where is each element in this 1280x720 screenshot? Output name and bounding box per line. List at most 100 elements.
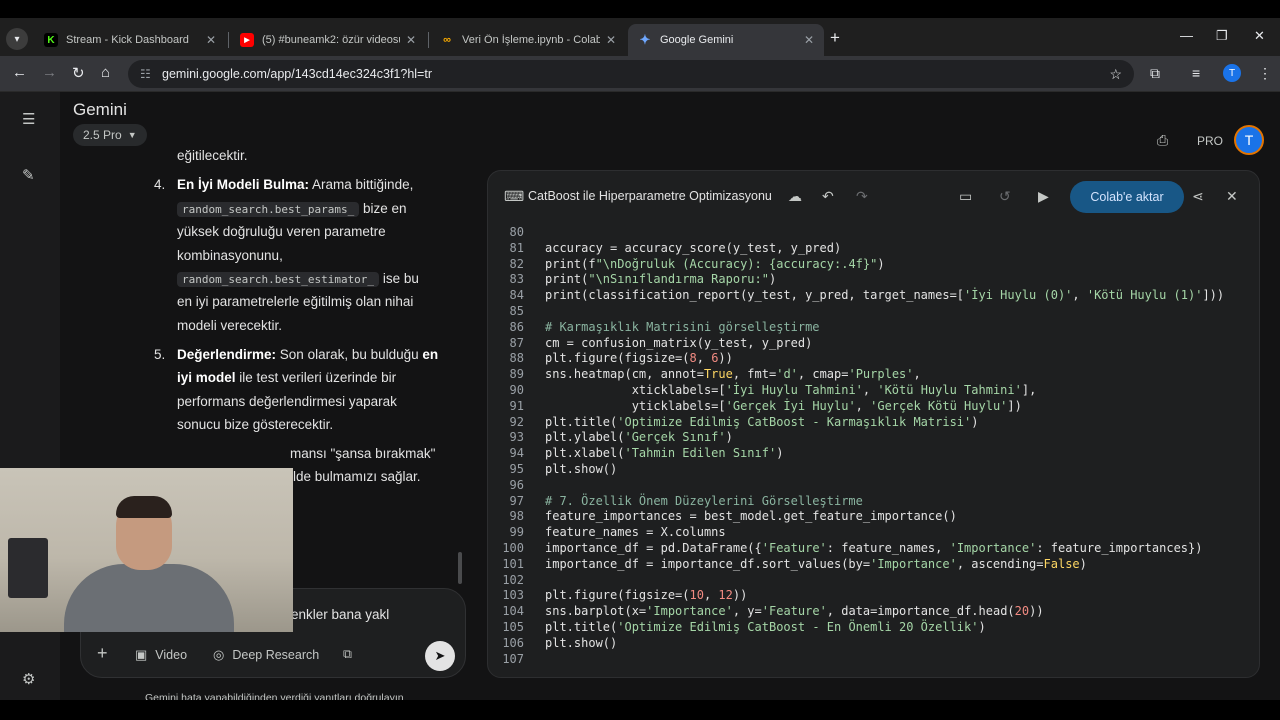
response-text: ilde bulmamızı sağlar. xyxy=(290,469,421,484)
address-bar[interactable]: ☷ gemini.google.com/app/143cd14ec324c3f1… xyxy=(128,60,1134,88)
print-icon[interactable]: ⎙ xyxy=(1157,132,1168,149)
close-canvas-icon[interactable]: ✕ xyxy=(1226,188,1238,205)
line-number: 98 xyxy=(509,509,524,524)
line-number: 96 xyxy=(509,477,524,492)
video-icon: ▣ xyxy=(135,647,148,662)
close-tab-icon[interactable]: ✕ xyxy=(804,33,814,47)
menu-icon[interactable]: ☰ xyxy=(22,110,35,128)
bookmark-star-icon[interactable]: ☆ xyxy=(1109,66,1122,83)
response-text: mansı "şansa bırakmak" xyxy=(290,446,436,461)
response-text: ise bu xyxy=(382,271,419,286)
undo-icon[interactable]: ↶ xyxy=(822,188,834,205)
bold-text: Değerlendirme: xyxy=(177,347,277,362)
line-number: 86 xyxy=(509,319,524,334)
deep-research-button[interactable]: ◎ Deep Research xyxy=(213,647,319,663)
run-code-icon[interactable]: ▶ xyxy=(1038,188,1049,205)
tab-google-gemini[interactable]: ✦ Google Gemini ✕ xyxy=(628,24,824,56)
list-item-4: En İyi Modeli Bulma: Arama bittiğinde, xyxy=(177,173,413,197)
redo-icon[interactable]: ↷ xyxy=(856,188,868,205)
line-number: 92 xyxy=(509,414,524,429)
tab-colab-notebook[interactable]: ∞ Veri Ön İşleme.ipynb - Colab ✕ xyxy=(430,24,626,56)
code-text: plt.figure(figsize=(8, 6)) xyxy=(545,351,733,366)
code-text: sns.heatmap(cm, annot=True, fmt='d', cma… xyxy=(545,367,921,382)
tab-divider xyxy=(428,32,429,48)
tab-search-button[interactable]: ▾ xyxy=(6,28,28,50)
close-tab-icon[interactable]: ✕ xyxy=(206,33,216,47)
pro-badge: PRO xyxy=(1197,134,1224,148)
video-tool-button[interactable]: ▣ Video xyxy=(135,647,187,663)
code-editor[interactable]: 80 81 accuracy = accuracy_score(y_test, y_… xyxy=(488,225,1259,677)
close-tab-icon[interactable]: ✕ xyxy=(606,33,616,47)
list-item-5-line: iyi model ile test verileri üzerinde bir xyxy=(177,366,396,390)
response-text: modeli verecektir. xyxy=(177,318,283,333)
tab-youtube-video[interactable]: ▶ (5) #buneamk2: özür videosu. - ✕ xyxy=(230,24,426,56)
line-number: 82 xyxy=(509,256,524,271)
version-history-icon[interactable]: ↺ xyxy=(999,188,1011,205)
settings-gear-icon[interactable]: ⚙ xyxy=(22,670,35,688)
minimize-icon[interactable]: — xyxy=(1180,28,1193,43)
back-icon[interactable]: ← xyxy=(12,64,27,81)
list-item-5: Değerlendirme: Son olarak, bu bulduğu en xyxy=(177,343,438,367)
line-number: 104 xyxy=(502,604,524,619)
send-button[interactable]: ➤ xyxy=(425,641,455,671)
code-text: importance_df = pd.DataFrame({'Feature':… xyxy=(545,541,1203,555)
bold-text: iyi model xyxy=(177,370,236,385)
code-text: sns.barplot(x='Importance', y='Feature',… xyxy=(545,604,1044,619)
list-item-4-line: random_search.best_params_ bize en xyxy=(177,197,407,222)
line-number: 105 xyxy=(502,620,524,634)
code-document-icon: ⌨ xyxy=(504,188,525,204)
list-number: 5. xyxy=(154,347,166,362)
home-icon[interactable]: ⌂ xyxy=(101,64,110,81)
extensions-icon[interactable]: ⧉ xyxy=(1150,65,1160,82)
code-text: xticklabels=['İyi Huylu Tahmini', 'Kötü … xyxy=(545,383,1037,397)
list-item-4-line: random_search.best_estimator_ ise bu xyxy=(177,267,419,292)
add-attachment-icon[interactable]: + xyxy=(97,643,108,664)
url-text: gemini.google.com/app/143cd14ec324c3f1?h… xyxy=(162,67,432,81)
canvas-title: CatBoost ile Hiperparametre Optimizasyon… xyxy=(528,189,772,203)
tab-kick-dashboard[interactable]: K Stream - Kick Dashboard ✕ xyxy=(34,24,226,56)
forward-icon[interactable]: → xyxy=(42,64,57,81)
line-number: 80 xyxy=(509,225,524,239)
response-text: ile test verileri üzerinde bir xyxy=(239,370,397,385)
close-tab-icon[interactable]: ✕ xyxy=(406,33,416,47)
user-avatar[interactable]: T xyxy=(1234,125,1264,155)
preview-icon[interactable]: ▭ xyxy=(959,188,972,205)
close-window-icon[interactable]: ✕ xyxy=(1254,28,1265,44)
cloud-saved-icon[interactable]: ☁ xyxy=(788,188,802,205)
list-number: 4. xyxy=(154,177,166,192)
chevron-down-icon: ▼ xyxy=(127,130,137,140)
reload-icon[interactable]: ↻ xyxy=(72,64,85,82)
response-text: kombinasyonunu, xyxy=(177,248,283,263)
code-text: print("\nSınıflandırma Raporu:") xyxy=(545,272,777,287)
response-text: performans değerlendirmesi yaparak xyxy=(177,394,397,409)
model-selector[interactable]: 2.5 Pro ▼ xyxy=(73,124,147,146)
line-number: 107 xyxy=(502,651,524,666)
code-text: # 7. Özellik Önem Düzeylerini Görselleşt… xyxy=(545,493,863,508)
share-icon[interactable]: ⋖ xyxy=(1192,188,1204,205)
webcam-overlay xyxy=(0,468,293,632)
code-text: feature_importances = best_model.get_fea… xyxy=(545,509,957,524)
prompt-input-text[interactable]: enkler bana yakl xyxy=(291,607,389,622)
new-chat-icon[interactable]: ✎ xyxy=(22,166,35,184)
reading-list-icon[interactable]: ≡ xyxy=(1192,65,1200,81)
inline-code: random_search.best_params_ xyxy=(177,202,360,217)
export-to-colab-button[interactable]: Colab'e aktar xyxy=(1070,181,1184,213)
chat-response: eğitilecektir. 4. En İyi Modeli Bulma: A… xyxy=(140,148,450,484)
disclaimer-text: Gemini hata yapabildiğinden verdiği yanı… xyxy=(145,692,404,700)
line-number: 101 xyxy=(502,556,524,571)
response-text: Arama bittiğinde, xyxy=(312,177,414,192)
bold-text: En İyi Modeli Bulma: xyxy=(177,177,310,192)
site-info-icon[interactable]: ☷ xyxy=(140,67,154,81)
code-text: plt.title('Optimize Edilmiş CatBoost - K… xyxy=(545,414,979,429)
canvas-tool-icon[interactable]: ⧉ xyxy=(343,647,352,662)
browser-profile-avatar[interactable]: T xyxy=(1223,64,1241,82)
colab-icon: ∞ xyxy=(443,34,451,46)
code-text: accuracy = accuracy_score(y_test, y_pred… xyxy=(545,240,842,255)
browser-menu-icon[interactable]: ⋮ xyxy=(1258,65,1272,82)
chat-scrollbar[interactable] xyxy=(458,552,462,584)
line-number: 99 xyxy=(509,525,524,540)
canvas-header: ⌨ CatBoost ile Hiperparametre Optimizasy… xyxy=(488,171,1259,223)
tab-divider xyxy=(228,32,229,48)
restore-icon[interactable]: ❐ xyxy=(1216,28,1228,44)
new-tab-button[interactable]: + xyxy=(830,28,840,48)
